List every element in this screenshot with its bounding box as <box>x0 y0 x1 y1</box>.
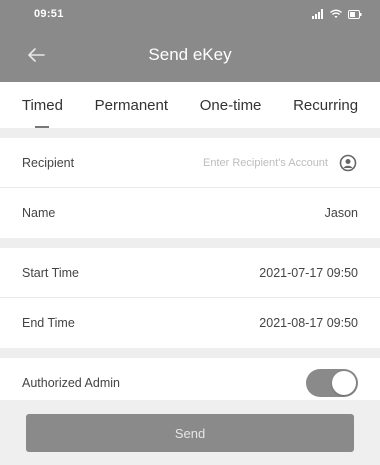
status-icons <box>312 9 362 19</box>
tab-permanent[interactable]: Permanent <box>93 91 170 120</box>
end-time-row[interactable]: End Time 2021-08-17 09:50 <box>0 298 380 348</box>
recipient-input[interactable] <box>148 156 328 169</box>
end-time-value: 2021-08-17 09:50 <box>259 316 358 330</box>
back-button[interactable] <box>22 41 50 69</box>
name-label: Name <box>22 206 56 220</box>
end-time-label: End Time <box>22 316 75 330</box>
signal-icon <box>312 9 323 19</box>
recipient-row: Recipient <box>0 138 380 188</box>
name-row[interactable]: Name Jason <box>0 188 380 238</box>
toggle-knob <box>332 371 356 395</box>
recipient-label: Recipient <box>22 155 75 170</box>
send-button[interactable]: Send <box>26 414 354 452</box>
authorized-admin-toggle[interactable] <box>306 369 358 397</box>
tab-recurring[interactable]: Recurring <box>291 91 360 120</box>
status-bar: 09:51 <box>0 0 380 28</box>
recipient-section: Recipient Name Jason <box>0 138 380 238</box>
section-divider <box>0 348 380 358</box>
status-time: 09:51 <box>34 8 64 20</box>
back-arrow-icon <box>28 48 45 62</box>
section-divider <box>0 238 380 248</box>
header: 09:51 Send eKey <box>0 0 380 82</box>
start-time-label: Start Time <box>22 265 79 280</box>
name-value: Jason <box>324 206 358 220</box>
start-time-row[interactable]: Start Time 2021-07-17 09:50 <box>0 248 380 298</box>
start-time-value: 2021-07-17 09:50 <box>259 265 358 280</box>
wifi-icon <box>330 9 342 18</box>
tab-timed[interactable]: Timed <box>20 91 65 120</box>
section-divider <box>0 128 380 138</box>
contacts-icon[interactable] <box>338 153 358 173</box>
time-section: Start Time 2021-07-17 09:50 End Time 202… <box>0 248 380 348</box>
ekey-type-tabs: Timed Permanent One-time Recurring <box>0 82 380 128</box>
footer: Send <box>0 400 380 465</box>
authorized-admin-label: Authorized Admin <box>22 376 120 390</box>
send-ekey-screen: 09:51 Send eKey Timed Permanent One-time… <box>0 0 380 465</box>
tab-one-time[interactable]: One-time <box>198 91 264 120</box>
battery-icon <box>348 9 362 19</box>
nav-bar: Send eKey <box>0 28 380 82</box>
page-title: Send eKey <box>148 45 232 64</box>
